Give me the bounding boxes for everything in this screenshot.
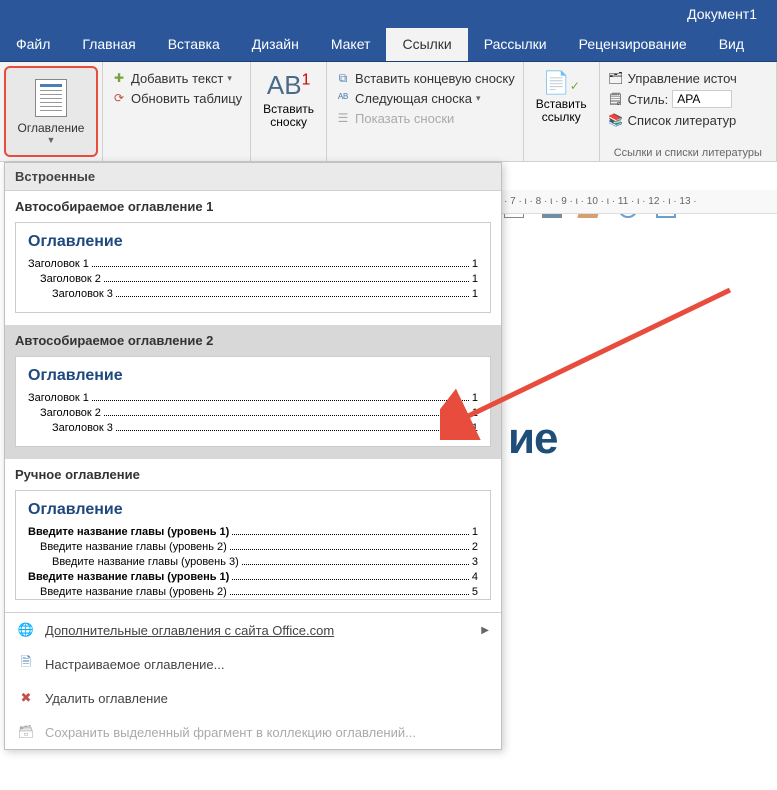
show-footnotes-button[interactable]: ☰ Показать сноски bbox=[335, 108, 515, 128]
tab-review[interactable]: Рецензирование bbox=[563, 28, 703, 61]
show-footnotes-icon: ☰ bbox=[335, 110, 351, 126]
delete-icon: ✖ bbox=[17, 689, 35, 707]
footnote-icon: AB1 bbox=[267, 70, 310, 101]
insert-link-button[interactable]: 📄✓ Вставить ссылку bbox=[532, 66, 591, 128]
more-toc-office[interactable]: 🌐 Дополнительные оглавления с сайта Offi… bbox=[5, 613, 501, 647]
style-icon: 🗒 bbox=[608, 91, 624, 107]
refresh-icon: ⟳ bbox=[111, 90, 127, 106]
document-name: Документ1 bbox=[687, 6, 757, 22]
ribbon-group-label: Ссылки и списки литературы bbox=[600, 147, 776, 159]
tab-design[interactable]: Дизайн bbox=[236, 28, 315, 61]
tab-file[interactable]: Файл bbox=[0, 28, 66, 61]
toc-preview: Оглавление Заголовок 11 Заголовок 21 Заг… bbox=[15, 356, 491, 447]
next-footnote-button[interactable]: ᴬᴮ Следующая сноска ▾ bbox=[335, 88, 515, 108]
update-table-button[interactable]: ⟳ Обновить таблицу bbox=[111, 88, 242, 108]
link-icon: 📄✓ bbox=[542, 70, 579, 96]
toc-manual-option[interactable]: Ручное оглавление Оглавление Введите наз… bbox=[5, 459, 501, 612]
document-icon: 🗎 bbox=[17, 655, 35, 673]
save-selection-toc: 🗃 Сохранить выделенный фрагмент в коллек… bbox=[5, 715, 501, 749]
endnote-icon: ⧉ bbox=[335, 70, 351, 86]
menu-footer: 🌐 Дополнительные оглавления с сайта Offi… bbox=[5, 612, 501, 749]
toc-preview: Оглавление Введите название главы (урове… bbox=[15, 490, 491, 600]
bibliography-icon: 📚 bbox=[608, 112, 624, 128]
horizontal-ruler[interactable]: · 7 · ι · 8 · ι · 9 · ι · 10 · ι · 11 · … bbox=[498, 190, 777, 214]
chevron-down-icon: ▼ bbox=[47, 135, 56, 145]
insert-endnote-button[interactable]: ⧉ Вставить концевую сноску bbox=[335, 68, 515, 88]
remove-toc[interactable]: ✖ Удалить оглавление bbox=[5, 681, 501, 715]
tab-insert[interactable]: Вставка bbox=[152, 28, 236, 61]
title-bar: Документ1 bbox=[0, 0, 777, 28]
tab-view[interactable]: Вид bbox=[703, 28, 760, 61]
save-icon: 🗃 bbox=[17, 723, 35, 741]
tab-mailings[interactable]: Рассылки bbox=[468, 28, 563, 61]
ribbon: Оглавление ▼ ✚ Добавить текст ▾ ⟳ Обнови… bbox=[0, 62, 777, 162]
add-text-icon: ✚ bbox=[111, 70, 127, 86]
next-footnote-icon: ᴬᴮ bbox=[335, 90, 351, 106]
sources-icon: 🗂 bbox=[608, 70, 624, 86]
document-area: · 7 · ι · 8 · ι · 9 · ι · 10 · ι · 11 · … bbox=[498, 190, 777, 464]
tab-home[interactable]: Главная bbox=[66, 28, 151, 61]
toc-auto2-option[interactable]: Автособираемое оглавление 2 Оглавление З… bbox=[5, 325, 501, 459]
toc-auto1-option[interactable]: Автособираемое оглавление 1 Оглавление З… bbox=[5, 191, 501, 325]
add-text-button[interactable]: ✚ Добавить текст ▾ bbox=[111, 68, 242, 88]
toc-dropdown-button[interactable]: Оглавление ▼ bbox=[4, 66, 98, 157]
office-icon: 🌐 bbox=[17, 621, 35, 639]
custom-toc[interactable]: 🗎 Настраиваемое оглавление... bbox=[5, 647, 501, 681]
insert-footnote-button[interactable]: AB1 Вставить сноску bbox=[259, 66, 318, 133]
chevron-right-icon: ▶ bbox=[481, 625, 489, 636]
style-input[interactable] bbox=[672, 90, 732, 108]
toc-preview: Оглавление Заголовок 11 Заголовок 21 Заг… bbox=[15, 222, 491, 313]
tab-references[interactable]: Ссылки bbox=[386, 28, 467, 61]
document-heading-text[interactable]: ие bbox=[498, 214, 777, 464]
tab-layout[interactable]: Макет bbox=[315, 28, 387, 61]
manage-sources-button[interactable]: 🗂 Управление источ bbox=[608, 68, 768, 88]
toc-icon bbox=[35, 79, 67, 117]
bibliography-button[interactable]: 📚 Список литератур bbox=[608, 110, 768, 130]
chevron-down-icon: ▾ bbox=[476, 93, 481, 104]
toc-dropdown-menu: Встроенные Автособираемое оглавление 1 О… bbox=[4, 162, 502, 750]
builtin-header: Встроенные bbox=[5, 163, 501, 191]
style-selector[interactable]: 🗒 Стиль: bbox=[608, 88, 768, 110]
ribbon-tabs: Файл Главная Вставка Дизайн Макет Ссылки… bbox=[0, 28, 777, 62]
chevron-down-icon: ▾ bbox=[227, 73, 232, 84]
